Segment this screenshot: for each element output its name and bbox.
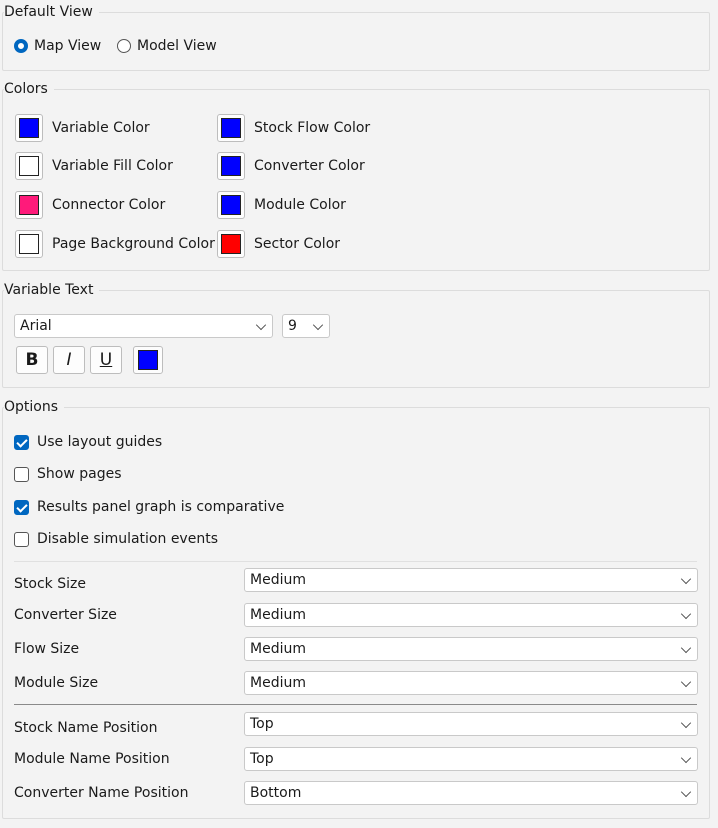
stock-name-position-select[interactable]: Top [244, 712, 698, 736]
color-swatch [19, 234, 39, 254]
chevron-down-icon [680, 786, 692, 798]
divider [14, 704, 697, 705]
results-panel-comparative-checkbox[interactable]: Results panel graph is comparative [14, 499, 284, 515]
font-size-value: 9 [288, 318, 297, 334]
converter-color-label: Converter Color [254, 158, 365, 174]
converter-size-value: Medium [250, 607, 306, 623]
bold-button[interactable]: B [16, 346, 48, 374]
converter-color-item[interactable]: Converter Color [217, 152, 365, 180]
connector-color-item[interactable]: Connector Color [15, 191, 165, 219]
converter-size-select[interactable]: Medium [244, 603, 698, 627]
stock-flow-color-label: Stock Flow Color [254, 120, 371, 136]
page-background-color-label: Page Background Color [52, 236, 215, 252]
chevron-down-icon [680, 573, 692, 585]
bold-label: B [25, 350, 39, 370]
font-select-value: Arial [20, 318, 52, 334]
colors-title: Colors [4, 81, 54, 97]
flow-size-select[interactable]: Medium [244, 637, 698, 661]
disable-simulation-events-label: Disable simulation events [37, 531, 218, 547]
color-swatch [221, 156, 241, 176]
module-color-button[interactable] [217, 191, 245, 219]
color-swatch [221, 118, 241, 138]
use-layout-guides-label: Use layout guides [37, 434, 163, 450]
module-size-label: Module Size [14, 675, 99, 691]
converter-size-label: Converter Size [14, 607, 117, 623]
module-name-position-label: Module Name Position [14, 751, 170, 767]
italic-label: I [66, 350, 72, 370]
text-color-button[interactable] [133, 346, 163, 374]
variable-color-item[interactable]: Variable Color [15, 114, 150, 142]
radio-unchecked-icon [117, 39, 131, 53]
page-background-color-button[interactable] [15, 230, 43, 258]
stock-name-position-value: Top [250, 716, 274, 732]
variable-fill-color-button[interactable] [15, 152, 43, 180]
divider [14, 561, 697, 562]
underline-button[interactable]: U [90, 346, 122, 374]
options-title: Options [4, 399, 65, 415]
sector-color-label: Sector Color [254, 236, 341, 252]
radio-checked-icon [14, 39, 28, 53]
model-view-label: Model View [137, 38, 217, 54]
show-pages-label: Show pages [37, 466, 122, 482]
variable-color-label: Variable Color [52, 120, 150, 136]
color-swatch [19, 156, 39, 176]
flow-size-label: Flow Size [14, 641, 80, 657]
color-swatch [138, 350, 158, 370]
connector-color-label: Connector Color [52, 197, 166, 213]
converter-name-position-select[interactable]: Bottom [244, 781, 698, 805]
chevron-down-icon [680, 642, 692, 654]
font-select[interactable]: Arial [14, 314, 273, 338]
stock-flow-color-button[interactable] [217, 114, 245, 142]
checkbox-unchecked-icon [14, 531, 29, 547]
underline-label: U [99, 350, 113, 370]
use-layout-guides-checkbox[interactable]: Use layout guides [14, 434, 162, 450]
module-size-select[interactable]: Medium [244, 671, 698, 695]
converter-name-position-label: Converter Name Position [14, 785, 189, 801]
variable-fill-color-item[interactable]: Variable Fill Color [15, 152, 173, 180]
font-size-select[interactable]: 9 [282, 314, 330, 338]
variable-color-button[interactable] [15, 114, 43, 142]
variable-fill-color-label: Variable Fill Color [52, 158, 173, 174]
checkbox-checked-icon [14, 499, 29, 515]
stock-flow-color-item[interactable]: Stock Flow Color [217, 114, 370, 142]
sector-color-item[interactable]: Sector Color [217, 230, 340, 258]
chevron-down-icon [680, 717, 692, 729]
show-pages-checkbox[interactable]: Show pages [14, 466, 122, 482]
default-view-title: Default View [4, 4, 99, 20]
sector-color-button[interactable] [217, 230, 245, 258]
stock-size-select[interactable]: Medium [244, 568, 698, 592]
module-size-value: Medium [250, 675, 306, 691]
disable-simulation-events-checkbox[interactable]: Disable simulation events [14, 531, 218, 547]
model-view-radio[interactable]: Model View [117, 38, 217, 54]
module-name-position-select[interactable]: Top [244, 747, 698, 771]
stock-size-label: Stock Size [14, 576, 86, 592]
color-swatch [221, 234, 241, 254]
page-background-color-item[interactable]: Page Background Color [15, 230, 215, 258]
module-color-label: Module Color [254, 197, 346, 213]
module-name-position-value: Top [250, 751, 274, 767]
color-swatch [221, 195, 241, 215]
color-swatch [19, 118, 39, 138]
chevron-down-icon [312, 319, 324, 331]
chevron-down-icon [680, 608, 692, 620]
converter-name-position-value: Bottom [250, 785, 302, 801]
color-swatch [19, 195, 39, 215]
checkbox-unchecked-icon [14, 466, 29, 482]
flow-size-value: Medium [250, 641, 306, 657]
connector-color-button[interactable] [15, 191, 43, 219]
checkbox-checked-icon [14, 434, 29, 450]
stock-size-value: Medium [250, 572, 306, 588]
default-view-group [2, 12, 710, 71]
stock-name-position-label: Stock Name Position [14, 720, 158, 736]
variable-text-title: Variable Text [4, 282, 100, 298]
chevron-down-icon [680, 676, 692, 688]
chevron-down-icon [680, 752, 692, 764]
map-view-radio[interactable]: Map View [14, 38, 101, 54]
map-view-label: Map View [34, 38, 102, 54]
chevron-down-icon [255, 319, 267, 331]
converter-color-button[interactable] [217, 152, 245, 180]
module-color-item[interactable]: Module Color [217, 191, 346, 219]
results-panel-comparative-label: Results panel graph is comparative [37, 499, 285, 515]
italic-button[interactable]: I [53, 346, 85, 374]
